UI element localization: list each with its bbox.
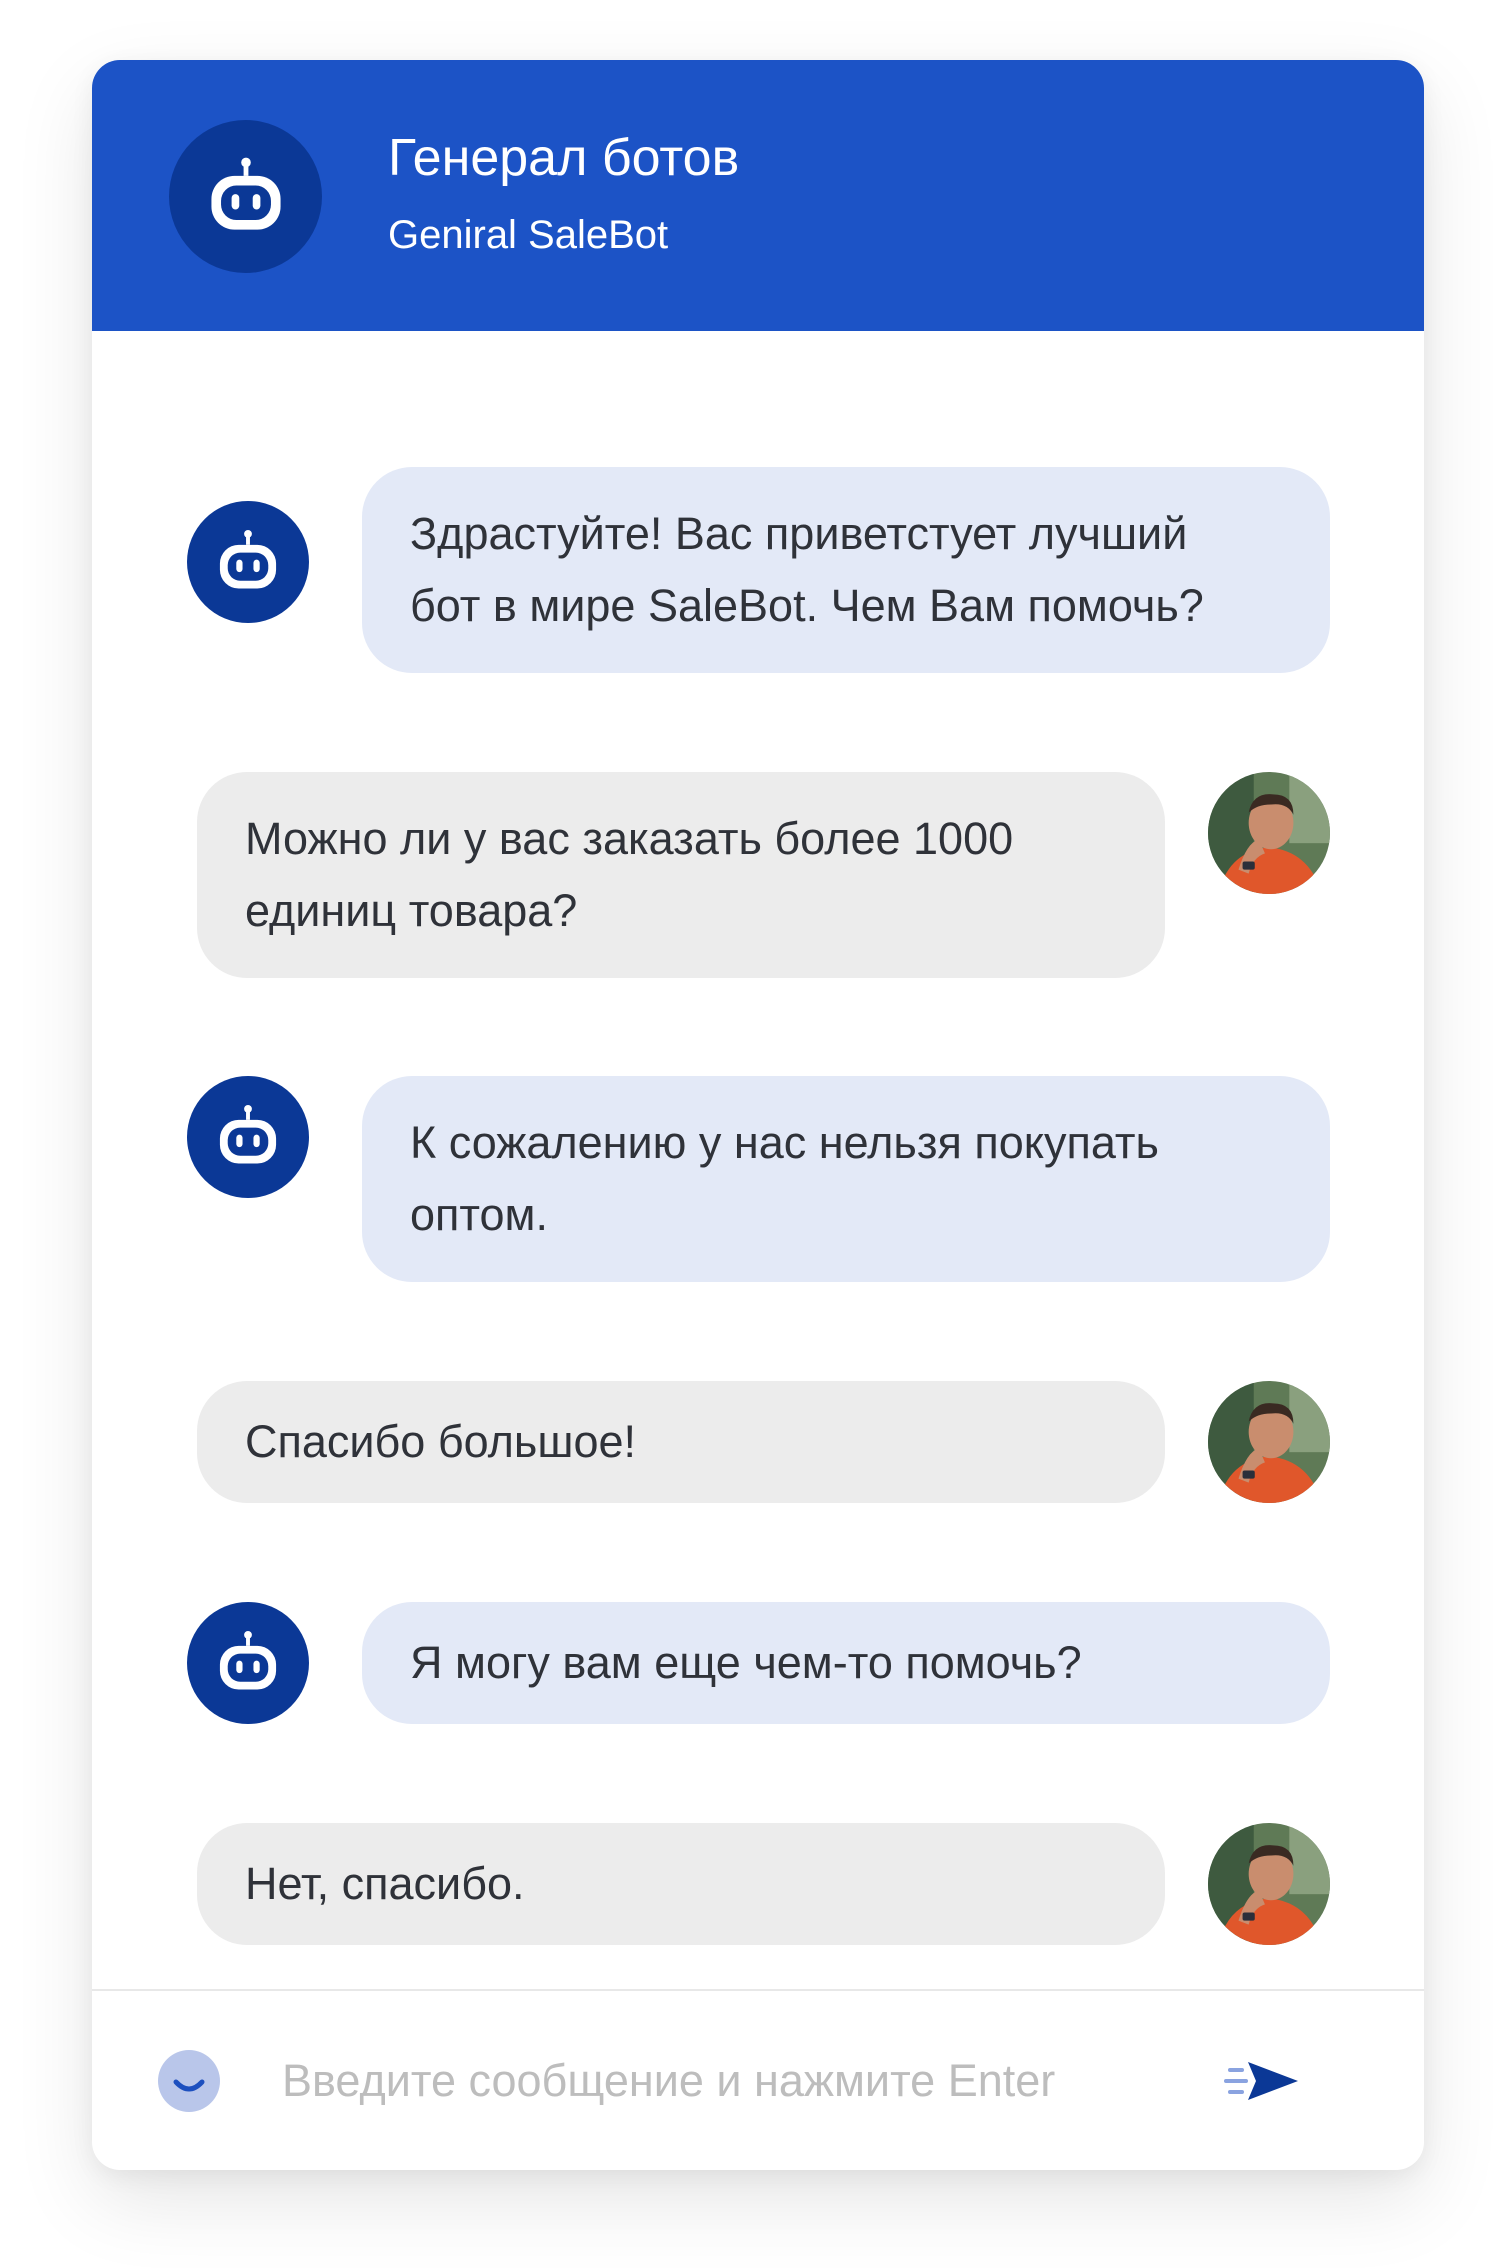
robot-icon	[209, 1098, 287, 1176]
message-composer	[92, 1991, 1424, 2170]
message-text: Спасибо большое!	[245, 1416, 637, 1467]
message-bubble-user: Можно ли у вас заказать более 1000 едини…	[197, 772, 1165, 978]
bot-avatar	[187, 1076, 309, 1198]
emoji-button[interactable]	[158, 2050, 220, 2112]
message-bubble-bot: Я могу вам еще чем-то помочь?	[362, 1602, 1330, 1724]
robot-icon	[209, 523, 287, 601]
message-input[interactable]	[282, 2039, 1102, 2123]
user-photo	[1208, 1823, 1330, 1945]
message-text: бот в мире SaleBot. Чем Вам помочь?	[410, 580, 1204, 631]
message-text: Можно ли у вас заказать более 1000	[245, 813, 1014, 864]
user-photo	[1208, 1381, 1330, 1503]
chat-title: Генерал ботов	[388, 129, 740, 187]
user-avatar	[1208, 1381, 1330, 1503]
message-text: К сожалению у нас нельзя покупать	[410, 1117, 1159, 1168]
chat-header: Генерал ботов Geniral SaleBot	[92, 60, 1424, 331]
message-list: Здрастуйте! Вас приветстует лучший бот в…	[92, 331, 1424, 2046]
smile-icon	[173, 2079, 205, 2092]
robot-icon	[198, 149, 294, 245]
message-bubble-user: Спасибо большое!	[197, 1381, 1165, 1503]
message-text: Я могу вам еще чем-то помочь?	[410, 1637, 1082, 1688]
chat-subtitle: Geniral SaleBot	[388, 213, 669, 257]
bot-avatar	[187, 501, 309, 623]
chat-window: Генерал ботов Geniral SaleBot Здрастуйте…	[92, 60, 1424, 2170]
message-bubble-user: Нет, спасибо.	[197, 1823, 1165, 1945]
send-button[interactable]	[1222, 2046, 1302, 2116]
message-text: единиц товара?	[245, 885, 578, 936]
user-avatar	[1208, 772, 1330, 894]
user-avatar	[1208, 1823, 1330, 1945]
message-bubble-bot: К сожалению у нас нельзя покупать оптом.	[362, 1076, 1330, 1282]
message-text: Здрастуйте! Вас приветстует лучший	[410, 508, 1188, 559]
robot-icon	[209, 1624, 287, 1702]
bot-avatar	[187, 1602, 309, 1724]
user-photo	[1208, 772, 1330, 894]
bot-avatar	[169, 120, 322, 273]
message-text: оптом.	[410, 1189, 548, 1240]
message-bubble-bot: Здрастуйте! Вас приветстует лучший бот в…	[362, 467, 1330, 673]
send-icon	[1224, 2062, 1298, 2100]
message-text: Нет, спасибо.	[245, 1858, 525, 1909]
